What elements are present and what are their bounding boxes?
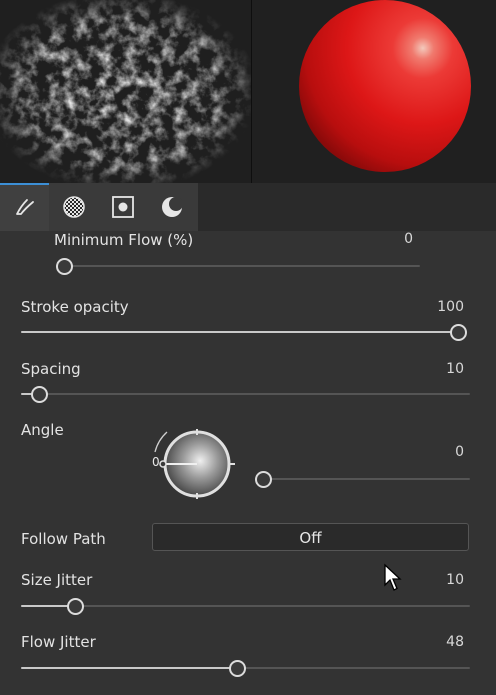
flow-jitter-value[interactable]: 48 — [404, 634, 464, 650]
brush-preview-area — [0, 0, 496, 183]
minimum-flow-slider[interactable] — [55, 257, 420, 275]
tab-dynamics[interactable] — [147, 183, 196, 231]
spacing-value[interactable]: 10 — [404, 361, 464, 377]
texture-icon — [62, 196, 85, 218]
minimum-flow-label: Minimum Flow (%) — [54, 231, 194, 249]
red-sphere-image — [252, 0, 496, 183]
brush-stroke-preview — [0, 0, 251, 183]
flow-jitter-slider-fill — [21, 667, 237, 669]
tab-mask[interactable] — [98, 183, 147, 231]
flow-jitter-slider-thumb[interactable] — [228, 659, 246, 677]
stroke-opacity-slider[interactable] — [21, 323, 467, 341]
size-jitter-slider-thumb[interactable] — [66, 597, 84, 615]
flow-jitter-label: Flow Jitter — [21, 633, 96, 651]
angle-label: Angle — [21, 421, 64, 439]
brush-icon — [15, 199, 34, 215]
follow-path-label: Follow Path — [21, 530, 106, 548]
brush-settings-panel: Minimum Flow (%) 0 Stroke opacity 100 Sp… — [0, 231, 496, 695]
moon-icon — [161, 197, 183, 217]
tab-brush[interactable] — [0, 183, 49, 231]
stroke-opacity-slider-fill — [21, 331, 458, 333]
mask-icon — [111, 196, 134, 218]
angle-dial-zero-label: 0 — [152, 455, 160, 469]
angle-value[interactable]: 0 — [404, 444, 464, 460]
material-preview — [252, 0, 496, 183]
size-jitter-label: Size Jitter — [21, 571, 93, 589]
spacing-slider[interactable] — [21, 385, 470, 403]
stroke-opacity-value[interactable]: 100 — [404, 299, 464, 315]
noise-brush-image — [0, 0, 251, 183]
angle-dial-graphic — [154, 429, 235, 499]
spacing-label: Spacing — [21, 360, 81, 378]
tab-strip — [0, 183, 198, 231]
angle-slider-thumb[interactable] — [254, 470, 272, 488]
stroke-opacity-label: Stroke opacity — [21, 298, 129, 316]
angle-dial[interactable]: 0 — [150, 424, 238, 500]
spacing-slider-thumb[interactable] — [30, 385, 48, 403]
brush-settings-tabbar — [0, 183, 496, 231]
tab-texture[interactable] — [49, 183, 98, 231]
size-jitter-value[interactable]: 10 — [404, 572, 464, 588]
follow-path-toggle[interactable]: Off — [152, 523, 469, 551]
size-jitter-slider[interactable] — [21, 597, 470, 615]
flow-jitter-slider[interactable] — [21, 659, 470, 677]
mouse-cursor-icon — [383, 563, 403, 597]
stroke-opacity-slider-thumb[interactable] — [449, 323, 467, 341]
minimum-flow-value[interactable]: 0 — [353, 231, 413, 247]
minimum-flow-slider-thumb[interactable] — [55, 257, 73, 275]
angle-slider[interactable] — [254, 470, 470, 488]
